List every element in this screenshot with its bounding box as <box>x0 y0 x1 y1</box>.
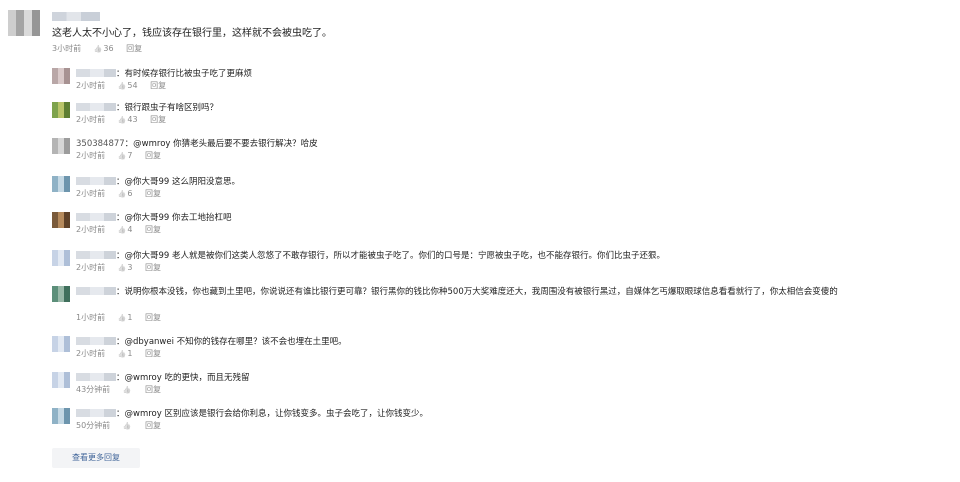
reply-button[interactable]: 回复 <box>145 151 161 160</box>
avatar[interactable] <box>52 408 70 424</box>
reply-text: ：银行跟虫子有啥区别吗？ <box>116 103 219 113</box>
reply-button[interactable]: 回复 <box>145 421 161 430</box>
reply-button[interactable]: 回复 <box>145 189 161 198</box>
comment-meta: 3小时前 36 回复 <box>52 43 152 55</box>
reply-meta: 2小时前 4 回复 <box>76 224 171 236</box>
avatar[interactable] <box>52 102 70 118</box>
username-blurred[interactable] <box>76 177 116 185</box>
like-button[interactable]: 43 <box>118 115 138 124</box>
reply-username[interactable]: 350384877 <box>76 139 125 149</box>
reply-meta: 2小时前 6 回复 <box>76 188 171 200</box>
reply-time: 43分钟前 <box>76 385 111 394</box>
reply-time: 2小时前 <box>76 81 106 90</box>
avatar[interactable] <box>52 138 70 154</box>
username-blurred[interactable] <box>76 337 116 345</box>
avatar[interactable] <box>52 286 70 302</box>
avatar[interactable] <box>52 68 70 84</box>
username-blurred[interactable] <box>76 251 116 259</box>
username-blurred[interactable] <box>76 373 116 381</box>
reply-button[interactable]: 回复 <box>145 225 161 234</box>
avatar[interactable] <box>52 250 70 266</box>
load-more-replies-button[interactable]: 查看更多回复 <box>52 448 140 468</box>
reply-button[interactable]: 回复 <box>150 115 166 124</box>
comment-text: 这老人太不小心了，钱应该存在银行里，这样就不会被虫吃了。 <box>52 28 332 39</box>
username-blurred[interactable] <box>76 213 116 221</box>
username-blurred[interactable] <box>76 409 116 417</box>
reply-button[interactable]: 回复 <box>145 349 161 358</box>
avatar[interactable] <box>52 336 70 352</box>
like-button[interactable] <box>123 421 133 430</box>
reply-text: ：@dbyanwei 不知你的钱存在哪里？该不会也埋在土里吧。 <box>116 337 347 347</box>
like-button[interactable]: 3 <box>118 263 133 272</box>
reply-meta: 50分钟前 回复 <box>76 420 171 432</box>
reply-text: ：@你大哥99 这么阴阳没意思。 <box>116 177 241 187</box>
reply-button[interactable]: 回复 <box>150 81 166 90</box>
like-button[interactable]: 7 <box>118 151 133 160</box>
reply-meta: 43分钟前 回复 <box>76 384 171 396</box>
reply-text: ：有时候存银行比被虫子吃了更麻烦 <box>116 69 253 79</box>
reply-text: ：说明你根本没钱，你也藏到土里吧，你说说还有谁比银行更可靠？银行黑你的钱比你种5… <box>116 287 838 297</box>
reply-button[interactable]: 回复 <box>145 313 161 322</box>
reply-meta: 2小时前 43 回复 <box>76 114 176 126</box>
like-button[interactable]: 6 <box>118 189 133 198</box>
reply-time: 2小时前 <box>76 115 106 124</box>
avatar[interactable] <box>52 372 70 388</box>
reply-button[interactable]: 回复 <box>126 44 142 53</box>
comment-time: 3小时前 <box>52 44 82 53</box>
avatar[interactable] <box>8 10 40 36</box>
reply-text: ：@你大哥99 老人就是被你们这类人忽悠了不敢存银行，所以才能被虫子吃了。你们的… <box>116 251 666 261</box>
reply-time: 2小时前 <box>76 349 106 358</box>
reply-text: ：@wmroy 吃的更快，而且无残留 <box>116 373 250 383</box>
reply-time: 2小时前 <box>76 189 106 198</box>
like-button[interactable]: 54 <box>118 81 138 90</box>
reply-button[interactable]: 回复 <box>145 385 161 394</box>
like-button[interactable]: 1 <box>118 349 133 358</box>
reply-time: 50分钟前 <box>76 421 111 430</box>
username-blurred[interactable] <box>52 12 100 21</box>
like-button[interactable] <box>123 385 133 394</box>
reply-meta: 2小时前 7 回复 <box>76 150 171 162</box>
reply-text: ：@wmroy 你猜老头最后要不要去银行解决？哈皮 <box>124 139 318 149</box>
username-blurred[interactable] <box>76 287 116 295</box>
reply-meta: 2小时前 54 回复 <box>76 80 176 92</box>
avatar[interactable] <box>52 212 70 228</box>
avatar[interactable] <box>52 176 70 192</box>
reply-meta: 1小时前 1 回复 <box>76 312 171 324</box>
reply-time: 2小时前 <box>76 263 106 272</box>
like-button[interactable]: 36 <box>94 44 114 53</box>
reply-text: ：@wmroy 区别应该是银行会给你利息，让你钱变多。虫子会吃了，让你钱变少。 <box>116 409 428 419</box>
reply-button[interactable]: 回复 <box>145 263 161 272</box>
reply-time: 1小时前 <box>76 313 106 322</box>
reply-time: 2小时前 <box>76 225 106 234</box>
like-button[interactable]: 4 <box>118 225 133 234</box>
username-blurred[interactable] <box>76 103 116 111</box>
reply-text: ：@你大哥99 你去工地抬杠吧 <box>116 213 232 223</box>
username-blurred[interactable] <box>76 69 116 77</box>
reply-time: 2小时前 <box>76 151 106 160</box>
like-button[interactable]: 1 <box>118 313 133 322</box>
reply-meta: 2小时前 1 回复 <box>76 348 171 360</box>
reply-meta: 2小时前 3 回复 <box>76 262 171 274</box>
